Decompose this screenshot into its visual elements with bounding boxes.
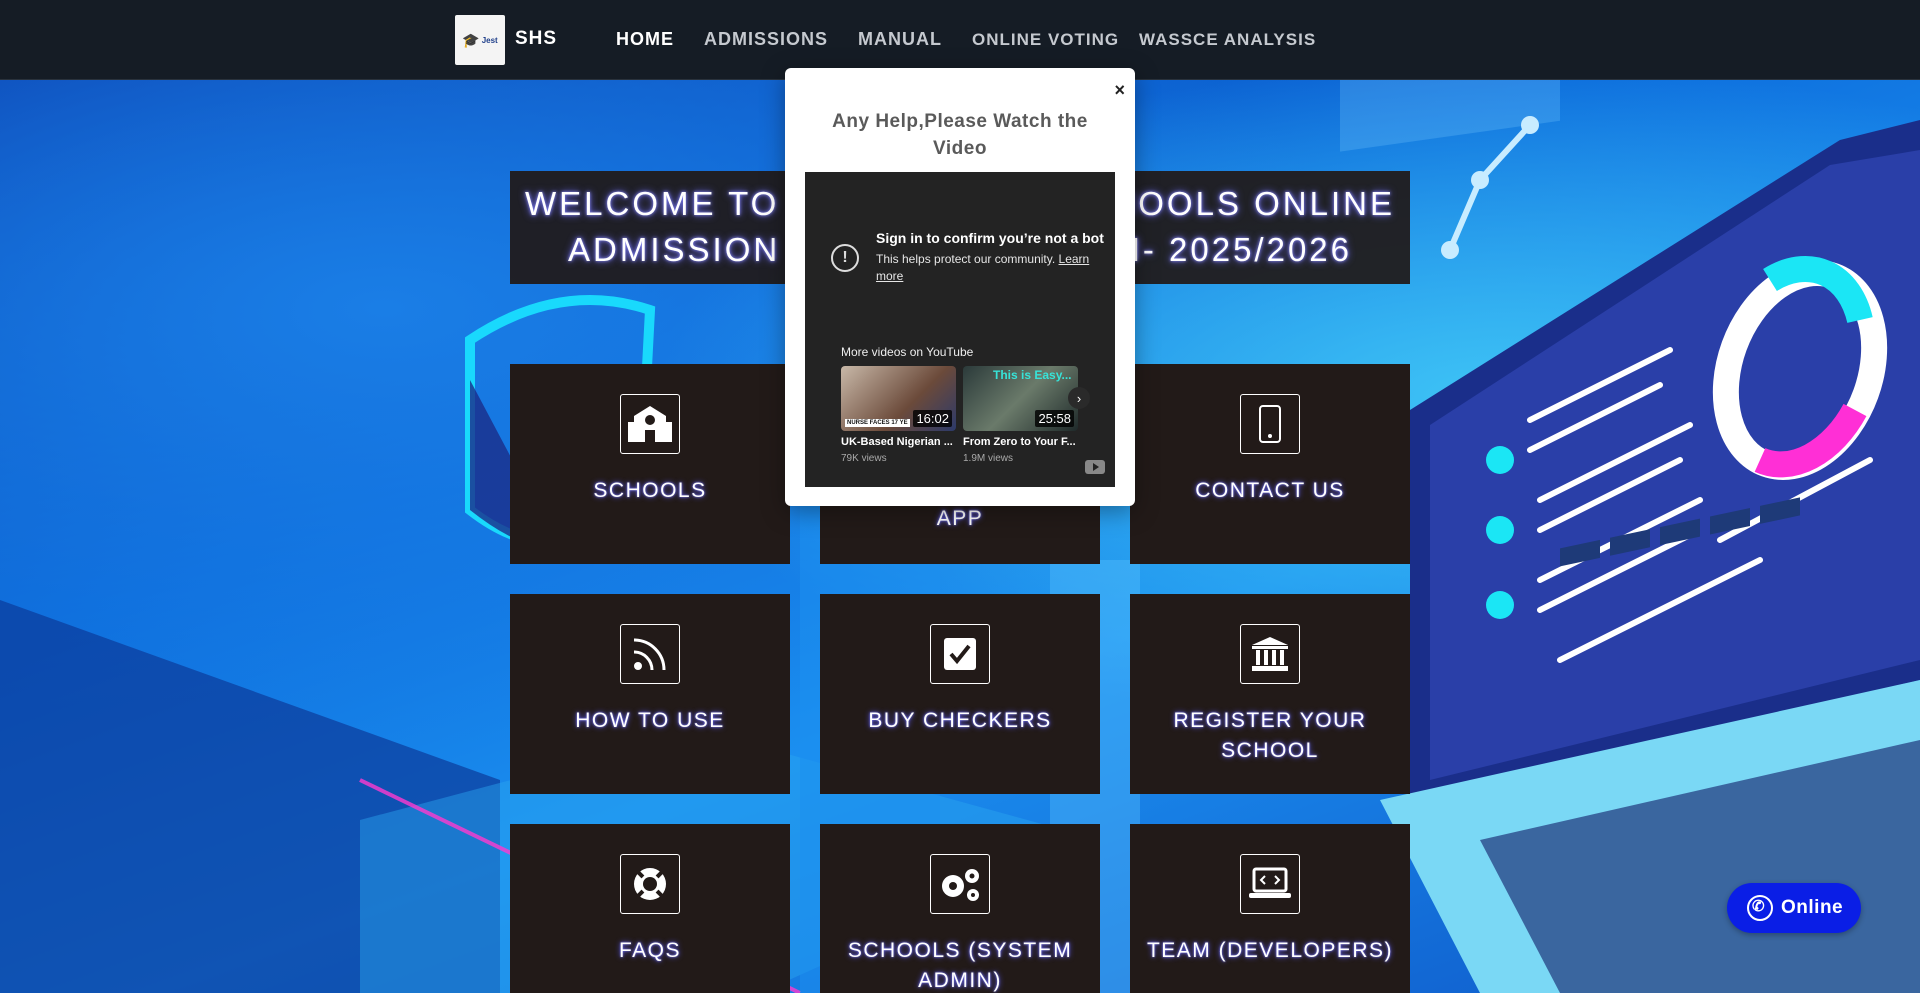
- welcome-line2-end: M- 2025/2026: [1112, 231, 1352, 268]
- laptop-code-icon: [1240, 854, 1300, 914]
- card-faqs[interactable]: FAQS: [510, 824, 790, 993]
- video-duration: 25:58: [1035, 410, 1074, 427]
- chevron-right-icon[interactable]: ›: [1068, 387, 1090, 409]
- nav-admissions[interactable]: ADMISSIONS: [704, 29, 828, 50]
- signin-title: Sign in to confirm you’re not a bot: [876, 230, 1104, 246]
- institution-icon: [1240, 624, 1300, 684]
- brand-name[interactable]: SHS: [515, 28, 557, 50]
- youtube-logo-icon[interactable]: [1085, 460, 1105, 474]
- video-views: 79K views: [841, 453, 887, 464]
- video-thumbnail[interactable]: This is Easy... 25:58: [963, 366, 1078, 431]
- help-video-modal: × Any Help,Please Watch the Video ! Sign…: [785, 68, 1135, 506]
- nav-manual[interactable]: MANUAL: [858, 29, 942, 50]
- cogs-icon: [930, 854, 990, 914]
- more-videos-heading: More videos on YouTube: [841, 345, 974, 359]
- card-buy-checkers-label: BUY CHECKERS: [868, 709, 1052, 732]
- school-icon: [620, 394, 680, 454]
- whatsapp-online-button[interactable]: Online: [1727, 883, 1861, 933]
- card-schools[interactable]: SCHOOLS: [510, 364, 790, 564]
- whatsapp-icon: [1747, 895, 1773, 921]
- welcome-line1-end: HOOLS ONLINE: [1111, 185, 1395, 222]
- signin-subtitle: This helps protect our community. Learn …: [876, 251, 1106, 285]
- brand-logo[interactable]: 🎓 Jest: [455, 15, 505, 65]
- thumbnail-caption: NURSE FACES 17 YE: [845, 419, 910, 427]
- card-register-your-school[interactable]: REGISTER YOUR SCHOOL: [1130, 594, 1410, 794]
- welcome-line1-start: WELCOME TO J: [525, 185, 811, 222]
- mobile-phone-icon: [1240, 394, 1300, 454]
- video-thumbnail[interactable]: NURSE FACES 17 YE 16:02: [841, 366, 956, 431]
- nav-home[interactable]: HOME: [616, 29, 674, 50]
- card-contact-us[interactable]: CONTACT US: [1130, 364, 1410, 564]
- card-buy-checkers[interactable]: BUY CHECKERS: [820, 594, 1100, 794]
- card-how-to-use-label: HOW TO USE: [575, 709, 725, 732]
- card-faqs-label: FAQS: [618, 939, 682, 962]
- checkbox-icon: [930, 624, 990, 684]
- card-team-developers[interactable]: TEAM (DEVELOPERS): [1130, 824, 1410, 993]
- modal-title: Any Help,Please Watch the Video: [832, 111, 1088, 159]
- card-schools-label: SCHOOLS: [593, 479, 707, 502]
- video-views: 1.9M views: [963, 453, 1014, 464]
- rss-icon: [620, 624, 680, 684]
- nav-wassce-analysis[interactable]: WASSCE ANALYSIS: [1139, 30, 1316, 50]
- nav-online-voting[interactable]: ONLINE VOTING: [972, 30, 1119, 50]
- signin-subtitle-text: This helps protect our community.: [876, 252, 1056, 266]
- card-schools-system-admin[interactable]: SCHOOLS (SYSTEM ADMIN): [820, 824, 1100, 993]
- card-schools-system-admin-label: SCHOOLS (SYSTEM ADMIN): [847, 939, 1073, 992]
- online-button-label: Online: [1781, 897, 1844, 918]
- graduation-cap-icon: 🎓: [462, 31, 480, 48]
- video-duration: 16:02: [913, 410, 952, 427]
- card-app-label: APP: [936, 507, 984, 530]
- brand-logo-text: Jest: [481, 35, 498, 45]
- thumbnail-caption: This is Easy...: [993, 368, 1072, 382]
- close-icon[interactable]: ×: [1114, 80, 1125, 101]
- card-register-your-school-label: REGISTER YOUR SCHOOL: [1173, 709, 1367, 762]
- video-title[interactable]: UK-Based Nigerian ...: [841, 436, 956, 448]
- card-team-developers-label: TEAM (DEVELOPERS): [1146, 939, 1394, 962]
- card-contact-us-label: CONTACT US: [1195, 479, 1345, 502]
- youtube-embed[interactable]: ! Sign in to confirm you’re not a bot Th…: [805, 172, 1115, 487]
- alert-icon: !: [831, 244, 859, 272]
- card-how-to-use[interactable]: HOW TO USE: [510, 594, 790, 794]
- lifebuoy-icon: [620, 854, 680, 914]
- video-title[interactable]: From Zero to Your F...: [963, 436, 1078, 448]
